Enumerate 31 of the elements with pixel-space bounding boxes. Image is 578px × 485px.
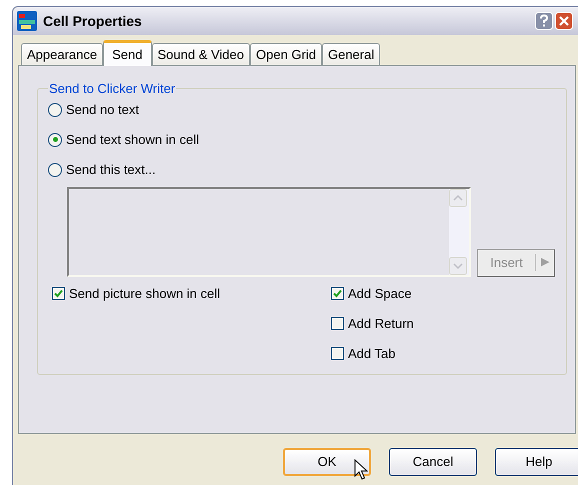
mouse-cursor-icon xyxy=(354,459,368,481)
group-title: Send to Clicker Writer xyxy=(48,80,176,98)
checkbox[interactable] xyxy=(331,347,344,360)
checkbox[interactable] xyxy=(331,287,344,300)
radio-label: Send no text xyxy=(66,100,139,119)
tab[interactable]: Sound & Video xyxy=(152,43,250,65)
checkbox-label: Add Tab xyxy=(348,344,396,363)
checkbox[interactable] xyxy=(331,317,344,330)
dialog-button[interactable]: Cancel xyxy=(389,448,477,476)
radio-button[interactable] xyxy=(48,132,62,146)
dialog-button[interactable]: OK xyxy=(283,448,371,476)
text-area[interactable] xyxy=(67,186,471,276)
radio-button[interactable] xyxy=(48,102,62,116)
close-icon[interactable] xyxy=(555,12,573,30)
dialog-button[interactable]: Help xyxy=(495,448,578,476)
radio-label: Send text shown in cell xyxy=(66,130,199,149)
app-icon xyxy=(17,11,37,31)
scroll-up-icon[interactable] xyxy=(449,188,467,206)
tab[interactable]: General xyxy=(322,43,380,65)
checkbox-label: Send picture shown in cell xyxy=(69,284,220,303)
checkbox[interactable] xyxy=(52,287,65,300)
checkbox-label: Add Return xyxy=(348,314,414,333)
checkbox-label: Add Space xyxy=(348,284,412,303)
radio-label: Send this text... xyxy=(66,160,156,179)
scrollbar[interactable] xyxy=(449,188,469,274)
window-title: Cell Properties xyxy=(43,12,142,31)
tab[interactable]: Appearance xyxy=(21,43,104,65)
tab[interactable]: Open Grid xyxy=(250,43,322,65)
tab[interactable]: Send xyxy=(103,40,152,66)
radio-button[interactable] xyxy=(48,162,62,176)
help-icon[interactable] xyxy=(535,12,553,30)
